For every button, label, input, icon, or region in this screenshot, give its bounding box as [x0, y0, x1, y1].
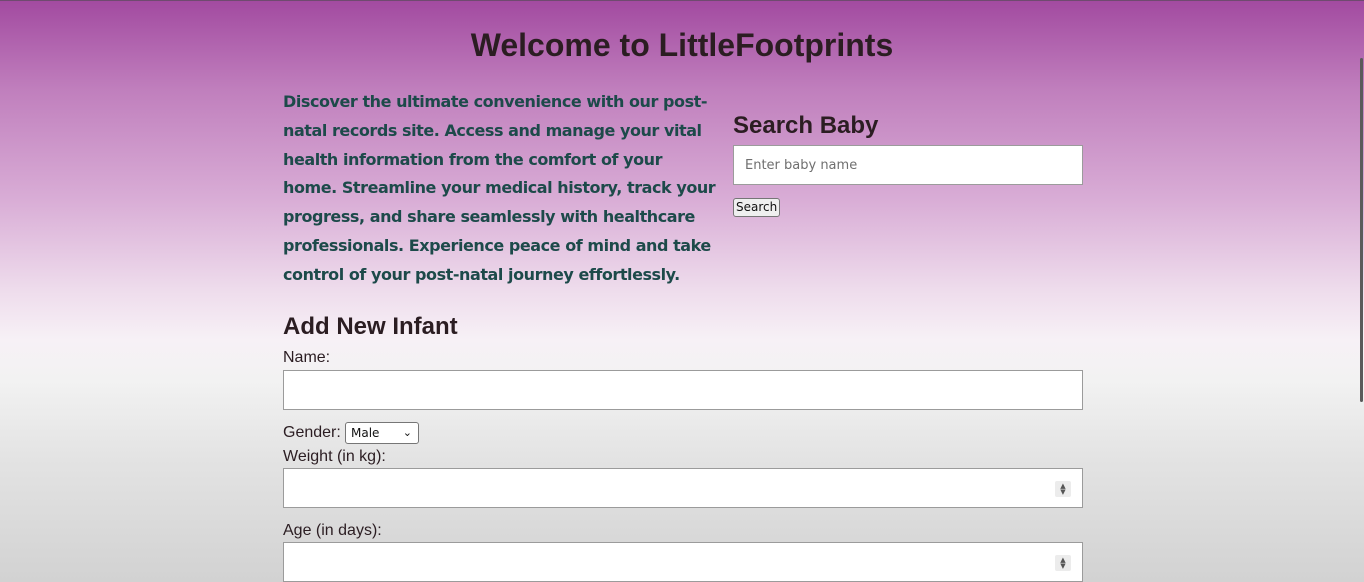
gender-selected-value: Male: [351, 426, 380, 440]
scrollbar-thumb[interactable]: [1360, 58, 1363, 402]
age-label: Age (in days):: [283, 522, 382, 539]
chevron-down-icon: ⌄: [402, 426, 412, 439]
name-field[interactable]: [283, 370, 1083, 410]
top-border: [0, 0, 1364, 1]
age-field[interactable]: ▲ ▼: [283, 542, 1083, 582]
number-stepper-icon[interactable]: ▲ ▼: [1055, 481, 1071, 497]
search-button[interactable]: Search: [733, 198, 781, 217]
gender-select[interactable]: Male ⌄: [345, 422, 419, 444]
weight-label: Weight (in kg):: [283, 448, 386, 465]
number-stepper-icon[interactable]: ▲ ▼: [1055, 555, 1071, 571]
intro-text: Discover the ultimate convenience with o…: [283, 92, 716, 284]
add-infant-title: Add New Infant: [283, 313, 458, 340]
page-title: Welcome to LittleFootprints: [470, 27, 894, 63]
gender-label: Gender:: [283, 424, 341, 441]
search-baby-input[interactable]: [733, 145, 1083, 185]
name-label: Name:: [283, 349, 331, 366]
page-scrollbar[interactable]: [1360, 0, 1364, 582]
weight-field[interactable]: ▲ ▼: [283, 468, 1083, 508]
search-section-title: Search Baby: [733, 112, 879, 139]
